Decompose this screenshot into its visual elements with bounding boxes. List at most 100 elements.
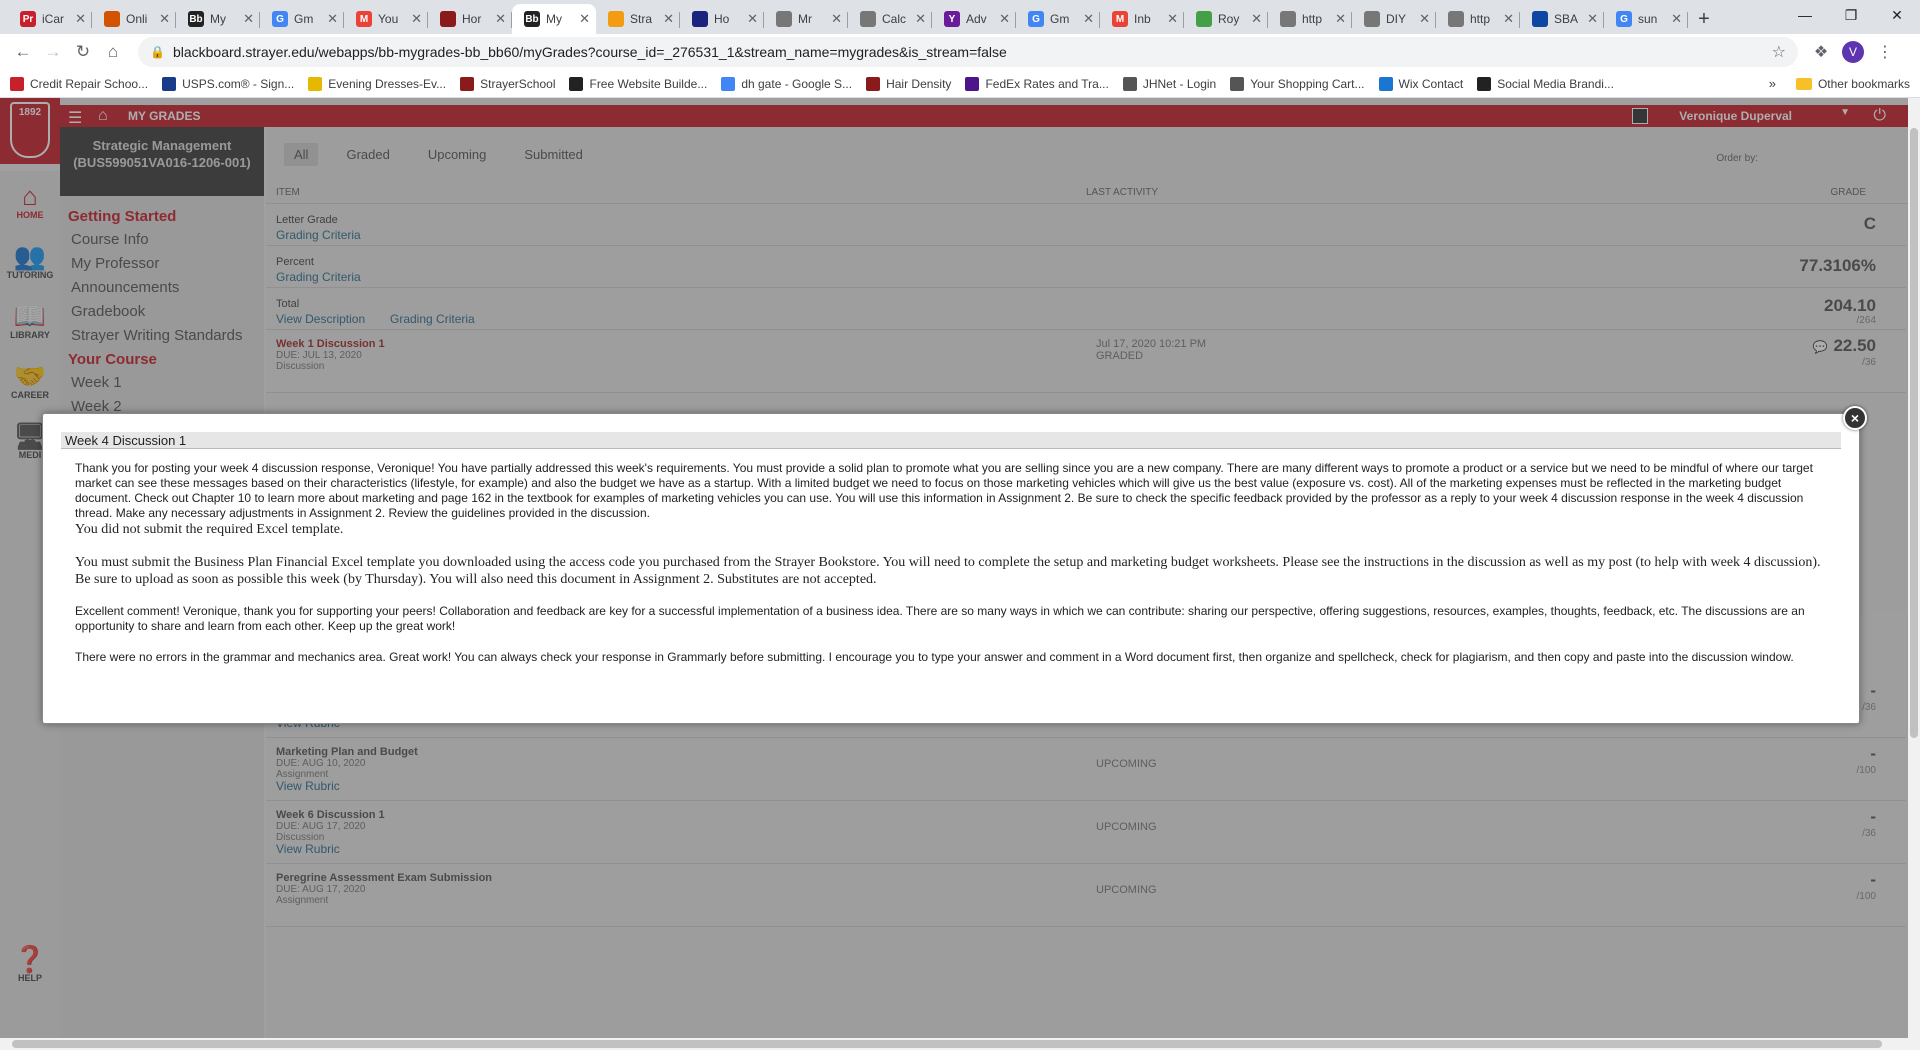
bookmark-item[interactable]: Hair Density (866, 76, 952, 91)
bookmark-favicon-icon (569, 76, 584, 91)
bookmark-item[interactable]: FedEx Rates and Tra... (965, 76, 1109, 91)
browser-tab[interactable]: Pr iCar ✕ (8, 4, 92, 34)
tab-favicon-icon (1196, 11, 1212, 27)
browser-tab[interactable]: Calc ✕ (848, 4, 932, 34)
profile-avatar[interactable]: V (1842, 41, 1864, 63)
tab-favicon-icon (104, 11, 120, 27)
browser-tab[interactable]: Gsun ✕ (1604, 4, 1688, 34)
reload-icon[interactable]: ↻ (68, 37, 98, 67)
browser-tab[interactable]: http ✕ (1436, 4, 1520, 34)
bookmark-item[interactable]: USPS.com® - Sign... (162, 76, 294, 91)
tab-favicon-icon (776, 11, 792, 27)
browser-tab[interactable]: M Inb ✕ (1100, 4, 1184, 34)
bookmark-item[interactable]: Wix Contact (1378, 76, 1463, 91)
browser-tab[interactable]: Y Adv ✕ (932, 4, 1016, 34)
tab-title: DIY (1386, 12, 1407, 26)
tab-close-icon[interactable]: ✕ (663, 11, 674, 27)
bookmark-label: Hair Density (886, 76, 952, 91)
tab-title: Calc (882, 12, 907, 26)
tab-favicon-icon: G (1616, 11, 1632, 27)
tab-favicon-icon (860, 11, 876, 27)
browser-tab[interactable]: Mr ✕ (764, 4, 848, 34)
bookmark-label: JHNet - Login (1142, 76, 1217, 91)
tab-strip: Pr iCar ✕ Onli ✕ Bb My ✕ G Gm ✕ M You ✕ Hor ✕ Bb My ✕ Stra ✕… (0, 0, 1920, 34)
browser-tab[interactable]: Stra ✕ (596, 4, 680, 34)
tab-close-icon[interactable]: ✕ (75, 11, 86, 27)
browser-tab[interactable]: SBA ✕ (1520, 4, 1604, 34)
bookmark-item[interactable]: StrayerSchool (460, 76, 555, 91)
horizontal-scrollbar[interactable] (0, 1038, 1908, 1050)
bookmarks-chevron-icon[interactable]: » (1769, 76, 1776, 91)
scroll-thumb[interactable] (1910, 128, 1918, 738)
browser-tab[interactable]: DIY ✕ (1352, 4, 1436, 34)
close-icon[interactable]: × (1843, 406, 1867, 430)
back-icon[interactable]: ← (8, 37, 38, 67)
forward-icon[interactable]: → (38, 37, 68, 67)
chrome-menu-icon[interactable]: ⋮ (1870, 37, 1900, 67)
bookmark-favicon-icon (866, 76, 881, 91)
tab-close-icon[interactable]: ✕ (1503, 11, 1514, 27)
bookmark-star-icon[interactable]: ☆ (1772, 42, 1786, 62)
extensions-icon[interactable]: ❖ (1806, 37, 1836, 67)
bookmark-item[interactable]: Credit Repair Schoo... (10, 76, 149, 91)
tab-favicon-icon: M (356, 11, 372, 27)
tab-close-icon[interactable]: ✕ (1419, 11, 1430, 27)
bookmark-label: Credit Repair Schoo... (30, 76, 149, 91)
tab-close-icon[interactable]: ✕ (495, 11, 506, 27)
tab-close-icon[interactable]: ✕ (1083, 11, 1094, 27)
tab-favicon-icon (692, 11, 708, 27)
close-window-icon[interactable]: ✕ (1874, 0, 1920, 30)
bookmark-item[interactable]: dh gate - Google S... (721, 76, 852, 91)
feedback-paragraph-2: You did not submit the required Excel te… (75, 522, 344, 537)
hscroll-thumb[interactable] (12, 1040, 1882, 1048)
feedback-paragraph-4: Excellent comment! Veronique, thank you … (75, 604, 1805, 633)
restore-icon[interactable]: ❐ (1828, 0, 1874, 30)
tab-close-icon[interactable]: ✕ (747, 11, 758, 27)
browser-tab[interactable]: Onli ✕ (92, 4, 176, 34)
tab-list: Pr iCar ✕ Onli ✕ Bb My ✕ G Gm ✕ M You ✕ Hor ✕ Bb My ✕ Stra ✕… (0, 4, 1688, 34)
bookmark-item[interactable]: JHNet - Login (1122, 76, 1217, 91)
tab-favicon-icon (440, 11, 456, 27)
tab-close-icon[interactable]: ✕ (999, 11, 1010, 27)
tab-close-icon[interactable]: ✕ (327, 11, 338, 27)
bookmark-item[interactable]: Free Website Builde... (569, 76, 707, 91)
tab-close-icon[interactable]: ✕ (1167, 11, 1178, 27)
bookmark-favicon-icon (721, 76, 736, 91)
bookmark-item[interactable]: Your Shopping Cart... (1230, 76, 1365, 91)
tab-close-icon[interactable]: ✕ (1587, 11, 1598, 27)
bookmark-item[interactable]: Evening Dresses-Ev... (308, 76, 446, 91)
tab-title: SBA (1554, 12, 1579, 26)
minimize-icon[interactable]: — (1782, 0, 1828, 30)
bookmark-item[interactable]: Social Media Brandi... (1477, 76, 1614, 91)
tab-close-icon[interactable]: ✕ (1335, 11, 1346, 27)
modal-title: Week 4 Discussion 1 (61, 432, 1841, 449)
new-tab-button[interactable]: + (1688, 4, 1720, 34)
bookmark-favicon-icon (308, 76, 323, 91)
tab-close-icon[interactable]: ✕ (159, 11, 170, 27)
vertical-scrollbar[interactable] (1908, 98, 1920, 1050)
other-bookmarks[interactable]: Other bookmarks (1818, 77, 1910, 91)
tab-close-icon[interactable]: ✕ (1251, 11, 1262, 27)
browser-tab[interactable]: http ✕ (1268, 4, 1352, 34)
tab-close-icon[interactable]: ✕ (831, 11, 842, 27)
browser-tab[interactable]: Hor ✕ (428, 4, 512, 34)
tab-close-icon[interactable]: ✕ (1671, 11, 1682, 27)
browser-tab[interactable]: Bb My ✕ (512, 4, 596, 34)
browser-tab[interactable]: M You ✕ (344, 4, 428, 34)
tab-title: Mr (798, 12, 812, 26)
tab-close-icon[interactable]: ✕ (243, 11, 254, 27)
browser-tab[interactable]: Ho ✕ (680, 4, 764, 34)
browser-tab[interactable]: G Gm ✕ (260, 4, 344, 34)
tab-close-icon[interactable]: ✕ (915, 11, 926, 27)
tab-favicon-icon (1364, 11, 1380, 27)
home-browser-icon[interactable]: ⌂ (98, 37, 128, 67)
tab-close-icon[interactable]: ✕ (579, 11, 590, 27)
tab-close-icon[interactable]: ✕ (411, 11, 422, 27)
browser-tab[interactable]: Roy ✕ (1184, 4, 1268, 34)
browser-tab[interactable]: Bb My ✕ (176, 4, 260, 34)
address-bar[interactable]: 🔒 blackboard.strayer.edu/webapps/bb-mygr… (138, 37, 1798, 67)
browser-tab[interactable]: G Gm ✕ (1016, 4, 1100, 34)
bookmark-label: FedEx Rates and Tra... (985, 76, 1109, 91)
bookmark-favicon-icon (10, 76, 24, 91)
tab-title: http (1470, 12, 1491, 26)
